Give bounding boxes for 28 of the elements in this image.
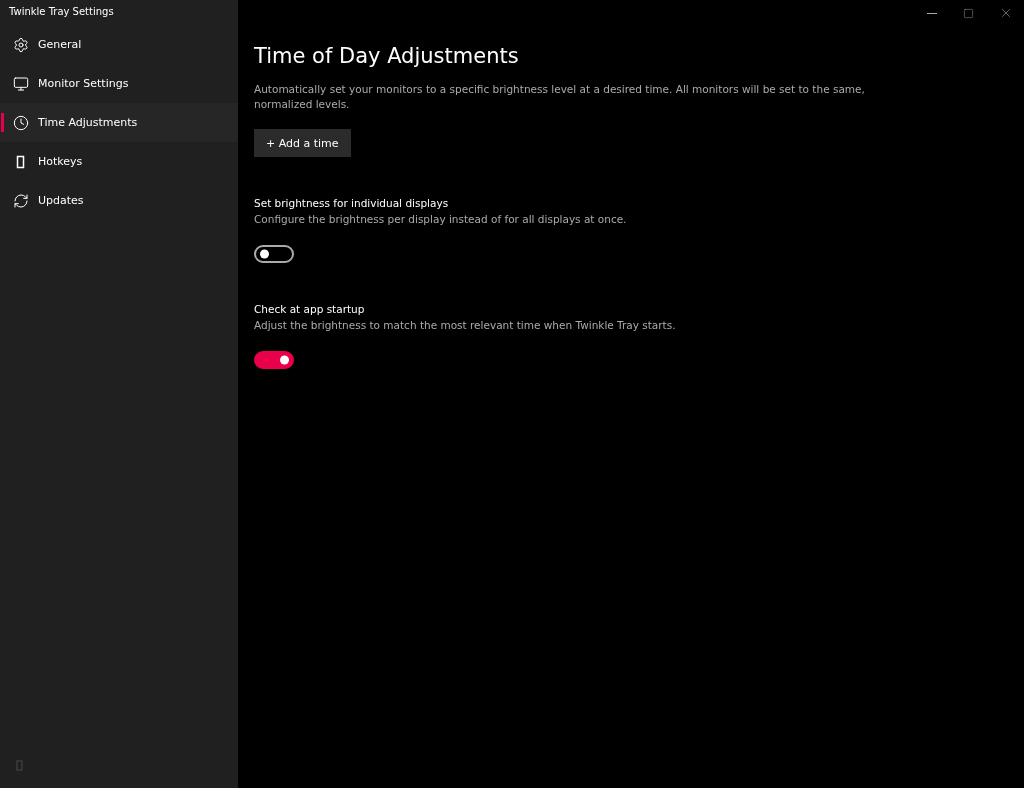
selection-marker	[1, 113, 4, 132]
settings-icon	[13, 36, 29, 53]
setting-description: Adjust the brightness to match the most relevant time when Twinkle Tray starts.	[254, 319, 676, 331]
sidebar-item-label: General	[38, 38, 82, 51]
setting-title: Check at app startup	[254, 303, 365, 315]
window-title: Twinkle Tray Settings	[8, 6, 115, 17]
sidebar-item-label: Updates	[38, 194, 84, 207]
maximize-icon	[963, 7, 974, 19]
minimize-icon	[926, 12, 937, 14]
page-title: Time of Day Adjustments	[254, 44, 519, 68]
sidebar-item[interactable]: Monitor Settings	[0, 64, 238, 103]
setting-description: Configure the brightness per display instead of for all displays at once.	[254, 213, 627, 225]
sidebar-item[interactable]: Time Adjustments	[0, 103, 238, 142]
sidebar-item-label: Hotkeys	[38, 155, 83, 168]
setting-title: Set brightness for individual displays	[254, 197, 449, 209]
sidebar-item-label: Monitor Settings	[38, 77, 129, 90]
rectangle-icon	[15, 760, 25, 772]
monitor-icon	[13, 75, 29, 92]
sidebar-item[interactable]: General	[0, 25, 238, 64]
page-description: Automatically set your monitors to a specific brightness level at a desired time. All monitors will be set to the same, normalized levels.	[254, 82, 866, 112]
sidebar-item[interactable]: Updates	[0, 181, 238, 220]
toggle-switch[interactable]	[254, 245, 294, 263]
clock-icon	[13, 114, 29, 131]
toggle-switch[interactable]	[254, 351, 294, 369]
sidebar-item[interactable]: Hotkeys	[0, 142, 238, 181]
add-time-button[interactable]: + Add a time	[254, 129, 351, 157]
refresh-icon	[13, 192, 29, 209]
sidebar-item-label: Time Adjustments	[38, 116, 138, 129]
